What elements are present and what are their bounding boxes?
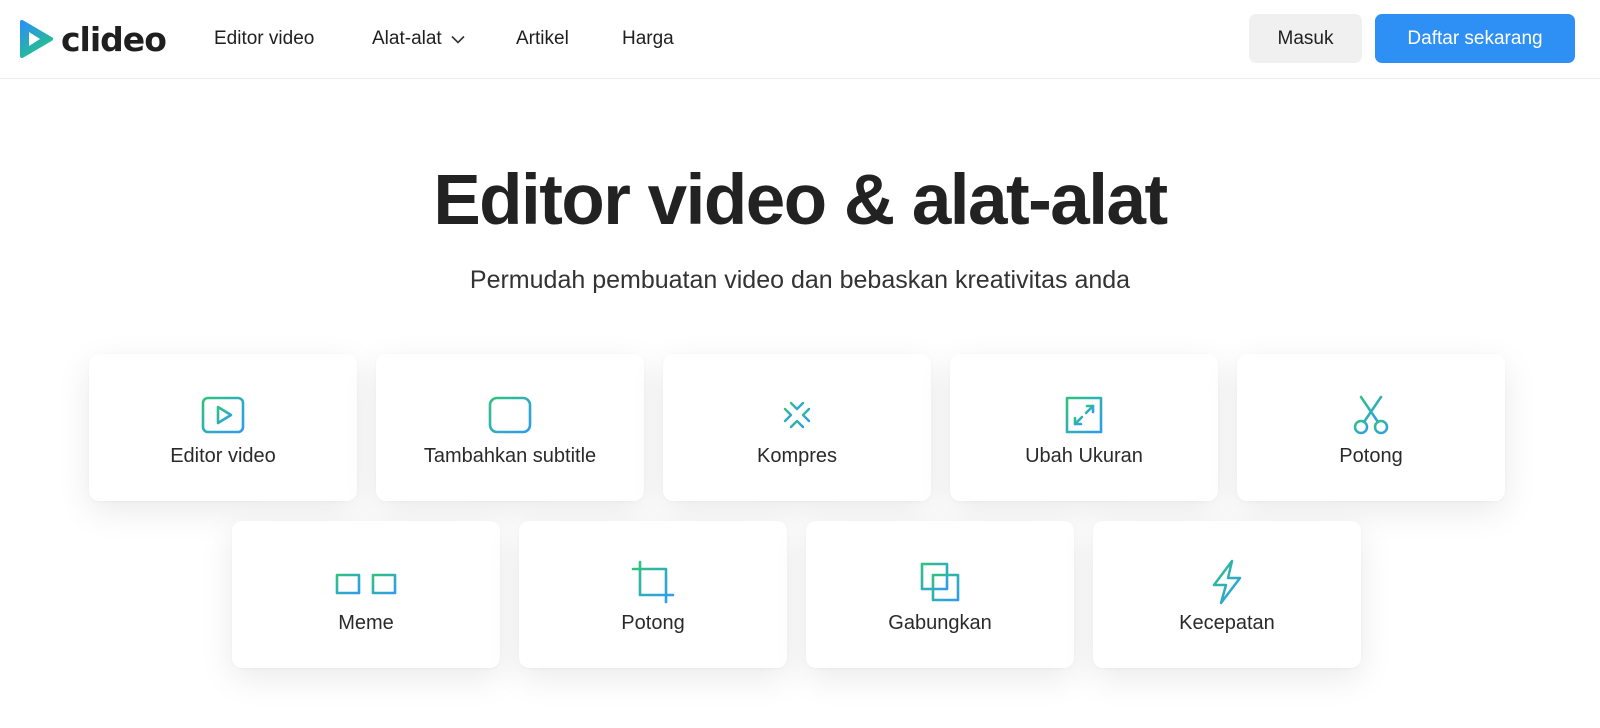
tool-card-merge[interactable]: Gabungkan (806, 521, 1074, 668)
signup-button[interactable]: Daftar sekarang (1375, 14, 1575, 63)
tool-card-label: Gabungkan (888, 612, 992, 634)
chevron-down-icon (451, 35, 465, 44)
scissors-icon (1348, 392, 1394, 438)
tool-card-crop[interactable]: Potong (519, 521, 787, 668)
tool-card-label: Kecepatan (1179, 612, 1275, 634)
tool-card-label: Tambahkan subtitle (423, 445, 597, 467)
tool-card-label: Meme (338, 612, 394, 634)
tool-card-video-editor[interactable]: Editor video (89, 354, 357, 501)
page-title: Editor video & alat-alat (433, 161, 1168, 240)
top-header: clideo Editor video Alat-alat Artikel Ha… (0, 0, 1600, 79)
play-screen-icon (200, 392, 246, 438)
tool-card-label: Editor video (170, 445, 276, 467)
nav-pricing[interactable]: Harga (622, 0, 674, 78)
nav-tools-label: Alat-alat (372, 28, 442, 49)
tool-card-compress[interactable]: Kompres (663, 354, 931, 501)
tool-card-label: Potong (1339, 445, 1403, 467)
tool-card-cut[interactable]: Potong (1237, 354, 1505, 501)
resize-icon (1061, 392, 1107, 438)
lightning-icon (1204, 559, 1250, 605)
meme-glasses-icon (331, 559, 401, 605)
nav-tools-dropdown[interactable]: Alat-alat (372, 0, 465, 78)
clideo-logo[interactable]: clideo (17, 17, 167, 61)
tool-card-label: Potong (621, 612, 685, 634)
tool-card-resize[interactable]: Ubah Ukuran (950, 354, 1218, 501)
compress-arrows-icon (773, 391, 821, 439)
nav-articles[interactable]: Artikel (516, 0, 569, 78)
tool-card-meme[interactable]: Meme (232, 521, 500, 668)
logo-wordmark: clideo (61, 19, 167, 59)
tool-card-label: Kompres (756, 445, 838, 467)
tool-card-label: Ubah Ukuran (1025, 445, 1143, 467)
tool-card-add-subtitle[interactable]: Tambahkan subtitle (376, 354, 644, 501)
clideo-logo-icon (20, 20, 53, 58)
nav-editor-video[interactable]: Editor video (214, 0, 314, 78)
login-button[interactable]: Masuk (1249, 14, 1362, 63)
merge-squares-icon (917, 559, 963, 605)
crop-icon (630, 559, 676, 605)
tool-card-speed[interactable]: Kecepatan (1093, 521, 1361, 668)
page-subtitle: Permudah pembuatan video dan bebaskan kr… (469, 266, 1131, 294)
subtitle-icon (487, 392, 533, 438)
